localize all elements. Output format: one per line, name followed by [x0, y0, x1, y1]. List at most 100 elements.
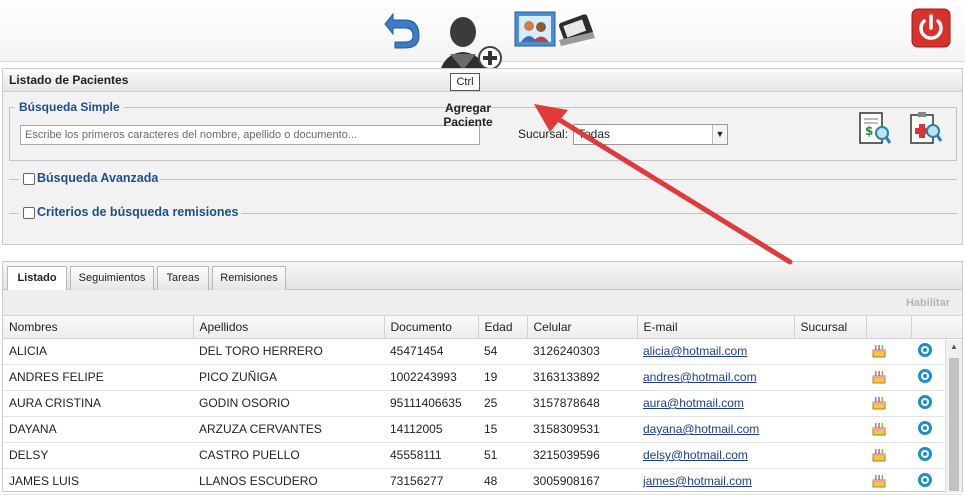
table-row[interactable]: ANDRES FELIPE PICO ZUÑIGA 1002243993 19 3163…	[3, 364, 962, 391]
cell-sucursal	[794, 468, 866, 495]
patient-list-panel: Listado Seguimientos Tareas Remisiones H…	[2, 261, 963, 495]
power-icon[interactable]	[911, 8, 951, 48]
top-toolbar	[0, 0, 965, 88]
email-link[interactable]: aura@hotmail.com	[643, 396, 744, 410]
scroll-thumb[interactable]	[949, 358, 959, 491]
search-input[interactable]	[20, 125, 480, 145]
cake-icon[interactable]	[872, 472, 886, 488]
cake-icon[interactable]	[872, 394, 886, 410]
sucursal-select[interactable]: Todas ▼	[573, 124, 728, 145]
medical-record-icon[interactable]	[907, 111, 943, 147]
cake-icon[interactable]	[872, 368, 886, 384]
cell-sucursal	[794, 442, 866, 469]
cell-birthday	[866, 338, 911, 365]
table-row[interactable]: AURA CRISTINA GODIN OSORIO 95111406635 25 31…	[3, 390, 962, 417]
email-link[interactable]: james@hotmail.com	[643, 474, 752, 488]
table-scrollbar[interactable]: ▲	[945, 340, 962, 493]
email-link[interactable]: alicia@hotmail.com	[643, 344, 747, 358]
cell-email: james@hotmail.com	[637, 468, 794, 495]
cell-celular: 3163133892	[527, 364, 637, 391]
table-row[interactable]: ALICIA DEL TORO HERRERO 45471454 54 31262403…	[3, 338, 962, 365]
column-header[interactable]: Documento	[384, 316, 479, 339]
column-header[interactable]: Nombres	[3, 316, 194, 339]
cell-edad: 54	[478, 338, 527, 365]
habilitar-button[interactable]: Habilitar	[906, 297, 950, 309]
cell-documento: 45558111	[384, 442, 478, 469]
cake-icon[interactable]	[872, 420, 886, 436]
column-header[interactable]: Celular	[527, 316, 638, 339]
cake-icon[interactable]	[872, 446, 886, 462]
cell-email: alicia@hotmail.com	[637, 338, 794, 365]
cell-edad: 15	[478, 416, 527, 443]
cell-edad: 25	[478, 390, 527, 417]
advanced-search-label[interactable]: Búsqueda Avanzada	[37, 171, 161, 185]
cell-nombres: DAYANA	[3, 416, 193, 443]
cell-nombres: JAMES LUIS	[3, 468, 193, 495]
table-row[interactable]: DAYANA ARZUZA CERVANTES 14112005 15 31583095…	[3, 416, 962, 443]
cell-nombres-text: DELSY	[9, 448, 49, 462]
column-header	[911, 316, 963, 339]
column-header[interactable]: Apellidos	[193, 316, 385, 339]
cell-celular-text: 3163133892	[533, 370, 600, 384]
action-icon[interactable]	[917, 420, 933, 436]
advanced-search-checkbox[interactable]	[23, 173, 35, 185]
cell-apellidos: GODIN OSORIO	[193, 390, 384, 417]
remisiones-criteria-label[interactable]: Criterios de búsqueda remisiones	[37, 205, 241, 219]
column-header[interactable]: E-mail	[637, 316, 795, 339]
tab-listado[interactable]: Listado	[7, 266, 67, 291]
email-link[interactable]: dayana@hotmail.com	[643, 422, 759, 436]
simple-search-legend: Búsqueda Simple	[15, 100, 124, 114]
cell-nombres-text: JAMES LUIS	[9, 474, 80, 488]
tab-remisiones[interactable]: Remisiones	[212, 266, 286, 290]
cell-celular-text: 3158309531	[533, 422, 600, 436]
email-link[interactable]: andres@hotmail.com	[643, 370, 757, 384]
column-header[interactable]: Edad	[478, 316, 528, 339]
cell-celular-text: 3126240303	[533, 344, 600, 358]
table-toolbar: Habilitar	[3, 290, 962, 316]
table-row[interactable]: JAMES LUIS LLANOS ESCUDERO 73156277 48 30059…	[3, 468, 962, 495]
back-arrow-icon[interactable]	[383, 8, 423, 50]
cell-documento-text: 45471454	[390, 344, 444, 358]
cell-birthday	[866, 416, 911, 443]
patients-group-icon[interactable]	[513, 10, 601, 50]
cell-celular: 3157878648	[527, 390, 637, 417]
action-icon[interactable]	[917, 342, 933, 358]
cell-email: delsy@hotmail.com	[637, 442, 794, 469]
cell-sucursal	[794, 364, 866, 391]
cell-documento-text: 95111406635	[390, 396, 462, 410]
action-icon[interactable]	[917, 394, 933, 410]
sucursal-selected-value: Todas	[578, 127, 611, 141]
cell-birthday	[866, 390, 911, 417]
cell-apellidos-text: LLANOS ESCUDERO	[199, 474, 318, 488]
chevron-down-icon[interactable]: ▼	[712, 125, 727, 144]
cell-edad-text: 48	[484, 474, 498, 488]
cell-apellidos-text: PICO ZUÑIGA	[199, 370, 278, 384]
cell-sucursal	[794, 416, 866, 443]
price-list-icon[interactable]: $	[856, 111, 892, 147]
scroll-up-icon[interactable]: ▲	[950, 342, 958, 351]
column-header[interactable]: Sucursal	[794, 316, 867, 339]
tab-tareas[interactable]: Tareas	[157, 266, 209, 290]
cell-edad-text: 19	[484, 370, 498, 384]
cell-birthday	[866, 442, 911, 469]
tab-seguimientos[interactable]: Seguimientos	[70, 266, 154, 290]
cell-apellidos-text: GODIN OSORIO	[199, 396, 290, 410]
remisiones-criteria-checkbox[interactable]	[23, 207, 35, 219]
cell-apellidos: ARZUZA CERVANTES	[193, 416, 384, 443]
cake-icon[interactable]	[872, 342, 886, 358]
cell-birthday	[866, 468, 911, 495]
cell-apellidos: DEL TORO HERRERO	[193, 338, 384, 365]
cell-celular: 3126240303	[527, 338, 637, 365]
cell-documento: 95111406635	[384, 390, 478, 417]
email-link[interactable]: delsy@hotmail.com	[643, 448, 748, 462]
action-icon[interactable]	[917, 472, 933, 488]
cell-celular: 3005908167	[527, 468, 637, 495]
action-icon[interactable]	[917, 446, 933, 462]
cell-edad: 48	[478, 468, 527, 495]
cell-edad: 51	[478, 442, 527, 469]
action-icon[interactable]	[917, 368, 933, 384]
cell-edad-text: 15	[484, 422, 498, 436]
add-patient-label[interactable]: Agregar Paciente	[428, 101, 508, 129]
cell-documento-text: 14112005	[390, 422, 443, 436]
table-row[interactable]: DELSY CASTRO PUELLO 45558111 51 3215039596 de…	[3, 442, 962, 469]
